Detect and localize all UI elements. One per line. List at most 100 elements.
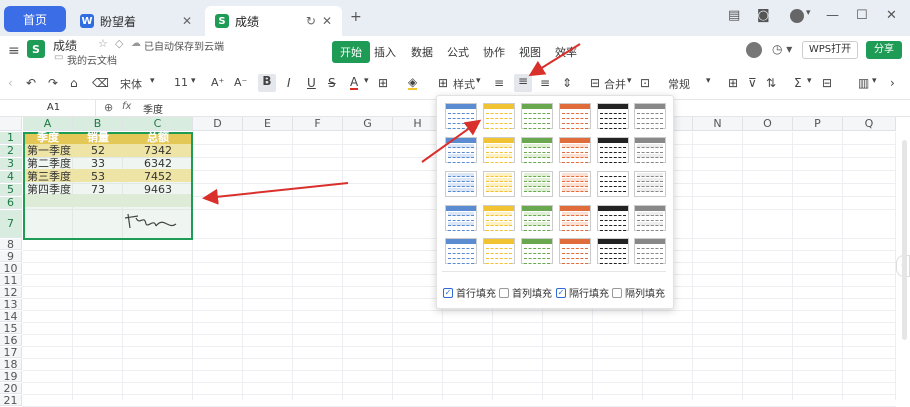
- row-header-17[interactable]: 17: [0, 347, 22, 358]
- column-header-f[interactable]: F: [293, 117, 343, 131]
- menu-tab-start[interactable]: 开始: [332, 41, 370, 63]
- column-header-n[interactable]: N: [693, 117, 743, 131]
- chevron-down-icon[interactable]: ▾: [191, 76, 196, 86]
- refresh-icon[interactable]: ↻: [306, 14, 316, 28]
- chat-icon[interactable]: ◙: [757, 8, 770, 23]
- column-header-o[interactable]: O: [743, 117, 793, 131]
- table-cell[interactable]: 73: [73, 184, 123, 196]
- row-header-10[interactable]: 10: [0, 263, 22, 274]
- align-center-icon[interactable]: ≡: [514, 74, 532, 92]
- row-header-7[interactable]: 7: [0, 210, 22, 238]
- font-size-select[interactable]: 11: [174, 76, 188, 89]
- table-style-swatch[interactable]: [521, 103, 553, 129]
- table-cell[interactable]: 7452: [123, 171, 193, 183]
- table-cell[interactable]: 52: [73, 145, 123, 157]
- format-painter-icon[interactable]: ⌂: [70, 76, 78, 90]
- chevron-down-icon[interactable]: ▾: [150, 76, 155, 86]
- table-style-swatch[interactable]: [634, 103, 666, 129]
- font-shrink-icon[interactable]: A⁻: [234, 76, 247, 89]
- table-style-swatch[interactable]: [445, 137, 477, 163]
- table-cell[interactable]: 7342: [123, 145, 193, 157]
- more-icon[interactable]: ›: [890, 76, 895, 90]
- file-location[interactable]: 我的云文档: [67, 52, 117, 67]
- share-button[interactable]: 分享: [866, 41, 902, 59]
- column-header-d[interactable]: D: [193, 117, 243, 131]
- border-icon[interactable]: ⊞: [378, 76, 388, 90]
- table-cell[interactable]: 9463: [123, 184, 193, 196]
- merge-button[interactable]: 合并: [604, 76, 626, 92]
- table-style-swatch[interactable]: [559, 137, 591, 163]
- tag-icon[interactable]: ◇: [115, 37, 123, 50]
- table-style-swatch[interactable]: [483, 137, 515, 163]
- font-select[interactable]: 宋体: [120, 76, 142, 92]
- table-style-swatch[interactable]: [483, 205, 515, 231]
- sum-icon[interactable]: Σ: [794, 76, 802, 90]
- style-icon[interactable]: ⊞: [438, 76, 448, 90]
- row-header-6[interactable]: 6: [0, 197, 22, 209]
- table-style-swatch[interactable]: [634, 137, 666, 163]
- menu-tab-formula[interactable]: 公式: [447, 44, 469, 60]
- freeze-icon[interactable]: ⊟: [822, 76, 832, 90]
- alternate-row-fill-checkbox[interactable]: ✓ 隔行填充: [556, 285, 609, 300]
- column-header-a[interactable]: A: [23, 117, 73, 131]
- row-header-5[interactable]: 5: [0, 184, 22, 196]
- table-style-swatch[interactable]: [559, 238, 591, 264]
- table-style-swatch[interactable]: [521, 205, 553, 231]
- table-style-swatch[interactable]: [445, 103, 477, 129]
- row-header-18[interactable]: 18: [0, 359, 22, 370]
- chart-icon[interactable]: ▥: [858, 76, 869, 90]
- menu-tab-insert[interactable]: 插入: [374, 44, 396, 60]
- row-header-13[interactable]: 13: [0, 299, 22, 310]
- cell-reference-box[interactable]: A1: [12, 100, 96, 116]
- chevron-down-icon[interactable]: ▾: [364, 76, 369, 86]
- style-button[interactable]: 样式: [453, 76, 475, 92]
- italic-button[interactable]: I: [287, 76, 291, 90]
- wps-open-button[interactable]: WPS打开: [802, 41, 858, 59]
- row-header-19[interactable]: 19: [0, 371, 22, 382]
- table-style-swatch[interactable]: [483, 171, 515, 197]
- column-header-e[interactable]: E: [243, 117, 293, 131]
- table-icon[interactable]: ⊞: [728, 76, 738, 90]
- table-style-swatch[interactable]: [634, 205, 666, 231]
- fill-color-icon[interactable]: ◈: [408, 76, 418, 90]
- table-cell[interactable]: 33: [73, 158, 123, 170]
- table-header-cell[interactable]: 销量: [73, 132, 123, 144]
- table-style-swatch[interactable]: [445, 205, 477, 231]
- row-header-14[interactable]: 14: [0, 311, 22, 322]
- wrap-text-icon[interactable]: ⊡: [640, 76, 650, 90]
- row-header-15[interactable]: 15: [0, 323, 22, 334]
- layout-icon[interactable]: ▤: [728, 8, 740, 23]
- chevron-down-icon[interactable]: ▾: [807, 76, 812, 86]
- column-header-q[interactable]: Q: [843, 117, 896, 131]
- zoom-icon[interactable]: ⊕: [104, 101, 113, 114]
- table-cell[interactable]: 第三季度: [23, 171, 73, 183]
- table-header-cell[interactable]: 总额: [123, 132, 193, 144]
- menu-tab-view[interactable]: 视图: [519, 44, 541, 60]
- row-header-11[interactable]: 11: [0, 275, 22, 286]
- menu-tab-data[interactable]: 数据: [411, 44, 433, 60]
- table-cell[interactable]: 第一季度: [23, 145, 73, 157]
- chevron-down-icon[interactable]: ▾: [706, 76, 711, 86]
- align-right-icon[interactable]: ≡: [540, 76, 550, 90]
- vertical-scrollbar[interactable]: [902, 140, 907, 340]
- strikethrough-button[interactable]: S: [328, 76, 336, 90]
- table-style-swatch[interactable]: [445, 238, 477, 264]
- align-left-icon[interactable]: ≡: [494, 76, 504, 90]
- select-all-corner[interactable]: [0, 117, 22, 131]
- first-col-fill-checkbox[interactable]: 首列填充: [499, 285, 552, 300]
- row-header-12[interactable]: 12: [0, 287, 22, 298]
- history-icon[interactable]: ◷ ▾: [772, 42, 792, 56]
- table-cell[interactable]: 53: [73, 171, 123, 183]
- maximize-icon[interactable]: ☐: [856, 8, 868, 23]
- merge-icon[interactable]: ⊟: [590, 76, 600, 90]
- chevron-down-icon[interactable]: ▾: [806, 8, 811, 18]
- table-header-cell[interactable]: 季度: [23, 132, 73, 144]
- table-style-swatch[interactable]: [559, 171, 591, 197]
- chevron-down-icon[interactable]: ▾: [627, 76, 632, 86]
- column-header-g[interactable]: G: [343, 117, 393, 131]
- tab-sheet[interactable]: S 成绩 ↻ ✕: [205, 6, 342, 36]
- table-style-swatch[interactable]: [521, 137, 553, 163]
- bold-button[interactable]: B: [258, 74, 276, 92]
- chevron-left-icon[interactable]: ‹: [8, 76, 13, 90]
- window-close-icon[interactable]: ✕: [886, 8, 897, 23]
